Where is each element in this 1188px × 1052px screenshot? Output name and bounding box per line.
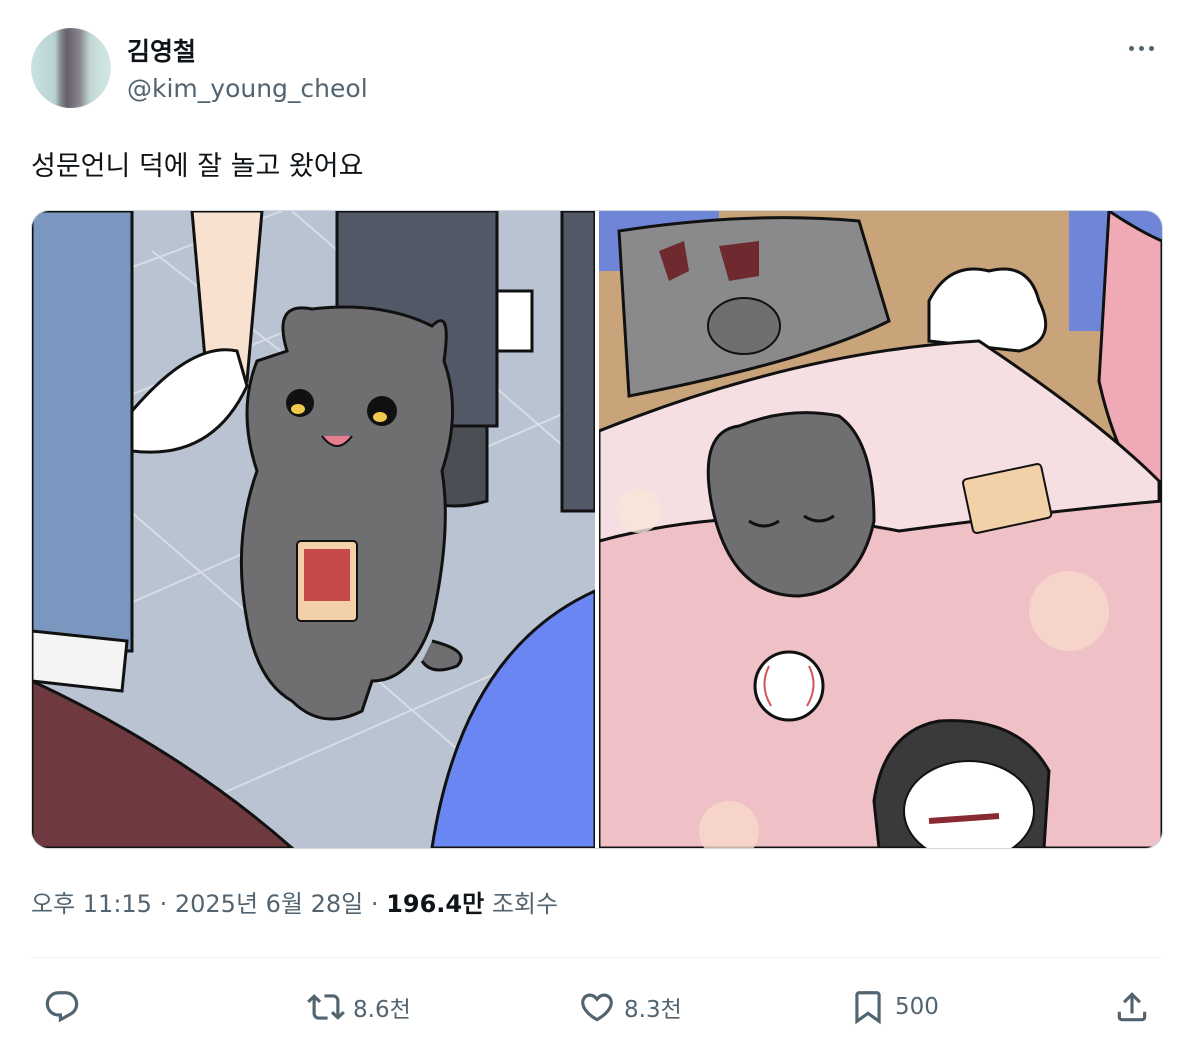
- media-image-right[interactable]: [599, 211, 1162, 848]
- views-count: 196.4만: [386, 890, 485, 918]
- views-label: 조회수: [491, 890, 559, 918]
- action-bar: 8.6천 8.3천 500: [31, 980, 1163, 1034]
- retweet-button[interactable]: 8.6천: [307, 980, 411, 1034]
- tweet-media[interactable]: [31, 210, 1163, 849]
- share-icon: [1117, 992, 1147, 1022]
- reply-icon: [45, 991, 79, 1023]
- tweet-text: 성문언니 덕에 잘 놀고 왔어요: [31, 151, 364, 182]
- reply-button[interactable]: [43, 980, 81, 1034]
- like-button[interactable]: 8.3천: [578, 980, 682, 1034]
- bookmark-count: 500: [895, 994, 939, 1020]
- crying-cat-illustration: [32, 211, 595, 848]
- tweet-header: 김영철 @kim_young_cheol: [31, 28, 1161, 112]
- divider: [31, 957, 1163, 958]
- sleeping-cat-illustration: [599, 211, 1162, 848]
- meta-separator: ·: [159, 890, 168, 918]
- avatar[interactable]: [31, 28, 111, 108]
- heart-icon: [581, 993, 613, 1022]
- bookmark-button[interactable]: 500: [849, 980, 939, 1034]
- retweet-count: 8.6천: [353, 997, 411, 1023]
- tweet-meta: 오후 11:15 · 2025년 6월 28일 · 196.4만 조회수: [31, 884, 558, 919]
- more-options-icon[interactable]: [1123, 36, 1159, 60]
- retweet-icon: [307, 994, 345, 1020]
- bookmark-icon: [855, 991, 881, 1025]
- share-button[interactable]: [1113, 980, 1151, 1034]
- display-name[interactable]: 김영철: [127, 32, 196, 68]
- tweet-time[interactable]: 오후 11:15: [31, 890, 152, 918]
- user-handle[interactable]: @kim_young_cheol: [127, 74, 368, 103]
- tweet-date[interactable]: 2025년 6월 28일: [175, 890, 363, 918]
- like-count: 8.3천: [624, 997, 682, 1023]
- media-image-left[interactable]: [32, 211, 595, 848]
- meta-separator: ·: [370, 890, 379, 918]
